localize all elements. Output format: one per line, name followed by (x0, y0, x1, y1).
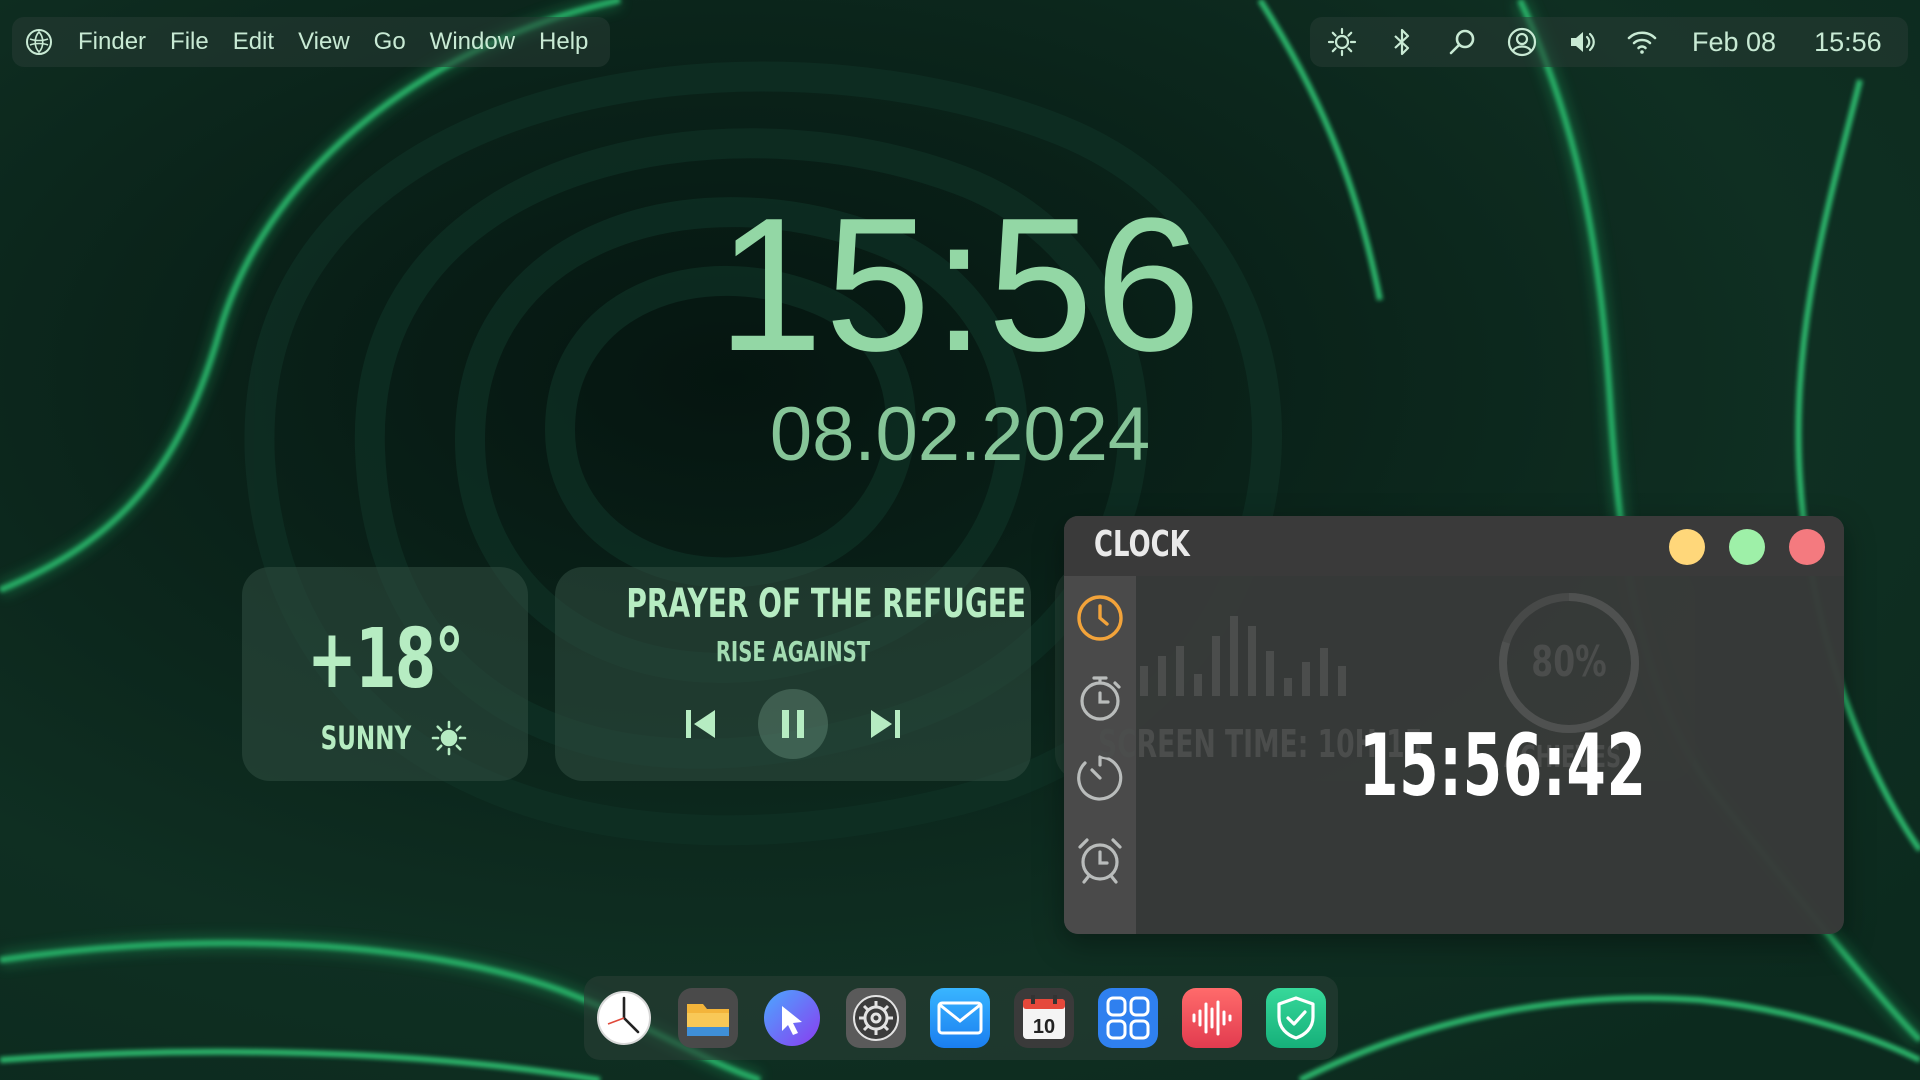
weather-temperature: +18° (282, 612, 488, 707)
sun-icon (431, 720, 467, 756)
music-widget: PRAYER OF THE REFUGEE RISE AGAINST (555, 567, 1031, 781)
achievement-percent: 80% (1531, 638, 1606, 687)
pause-icon (778, 707, 808, 741)
apps-grid-icon[interactable] (1098, 988, 1158, 1048)
minimize-button[interactable] (1669, 529, 1705, 565)
menu-file[interactable]: File (170, 28, 209, 56)
clock-window: CLOCK (1064, 516, 1844, 934)
tab-clock[interactable] (1072, 590, 1128, 646)
stopwatch-icon (1075, 673, 1125, 723)
digital-clock-time: 15:56:42 (1359, 716, 1647, 816)
calendar-app-icon[interactable]: 10 (1014, 988, 1074, 1048)
menu-bar-right: Feb 08 15:56 (1310, 17, 1908, 67)
calendar-day: 10 (1033, 1016, 1055, 1038)
wifi-icon[interactable] (1626, 26, 1658, 58)
clock-window-titlebar[interactable]: CLOCK (1064, 516, 1844, 576)
files-app-icon[interactable] (678, 988, 738, 1048)
menu-window[interactable]: Window (430, 28, 515, 56)
menu-help[interactable]: Help (539, 28, 588, 56)
clock-window-title: CLOCK (1094, 524, 1190, 565)
menu-edit[interactable]: Edit (233, 28, 274, 56)
pause-button[interactable] (758, 689, 828, 759)
close-button[interactable] (1789, 529, 1825, 565)
menubar-date[interactable]: Feb 08 (1692, 27, 1776, 58)
settings-app-icon[interactable] (846, 988, 906, 1048)
song-artist: RISE AGAINST (626, 635, 959, 668)
desktop-time: 15:56 (0, 190, 1920, 380)
desktop-date: 08.02.2024 (0, 395, 1920, 475)
menu-bar-left: Finder File Edit View Go Window Help (12, 17, 610, 67)
maximize-button[interactable] (1729, 529, 1765, 565)
system-logo-icon[interactable] (24, 27, 54, 57)
brightness-icon[interactable] (1326, 26, 1358, 58)
clock-app-icon[interactable] (594, 988, 654, 1048)
search-icon[interactable] (1446, 26, 1478, 58)
previous-button[interactable] (682, 706, 718, 742)
tab-alarm[interactable] (1072, 832, 1128, 888)
clock-icon (1075, 593, 1125, 643)
tab-stopwatch[interactable] (1072, 670, 1128, 726)
bluetooth-icon[interactable] (1386, 26, 1418, 58)
browser-app-icon[interactable] (762, 988, 822, 1048)
alarm-icon (1075, 835, 1125, 885)
mail-app-icon[interactable] (930, 988, 990, 1048)
screen-time-chart (1140, 596, 1380, 706)
weather-condition: SUNNY (321, 719, 412, 757)
weather-widget[interactable]: +18° SUNNY (242, 567, 528, 781)
security-app-icon[interactable] (1266, 988, 1326, 1048)
next-button[interactable] (868, 706, 904, 742)
dock: 10 (584, 976, 1338, 1060)
menu-go[interactable]: Go (374, 28, 406, 56)
previous-icon (682, 706, 718, 742)
user-icon[interactable] (1506, 26, 1538, 58)
volume-icon[interactable] (1566, 26, 1598, 58)
song-title: PRAYER OF THE REFUGEE (626, 581, 959, 627)
next-icon (868, 706, 904, 742)
menubar-time[interactable]: 15:56 (1814, 27, 1882, 58)
voice-memos-app-icon[interactable] (1182, 988, 1242, 1048)
menu-finder[interactable]: Finder (78, 28, 146, 56)
menu-view[interactable]: View (298, 28, 350, 56)
